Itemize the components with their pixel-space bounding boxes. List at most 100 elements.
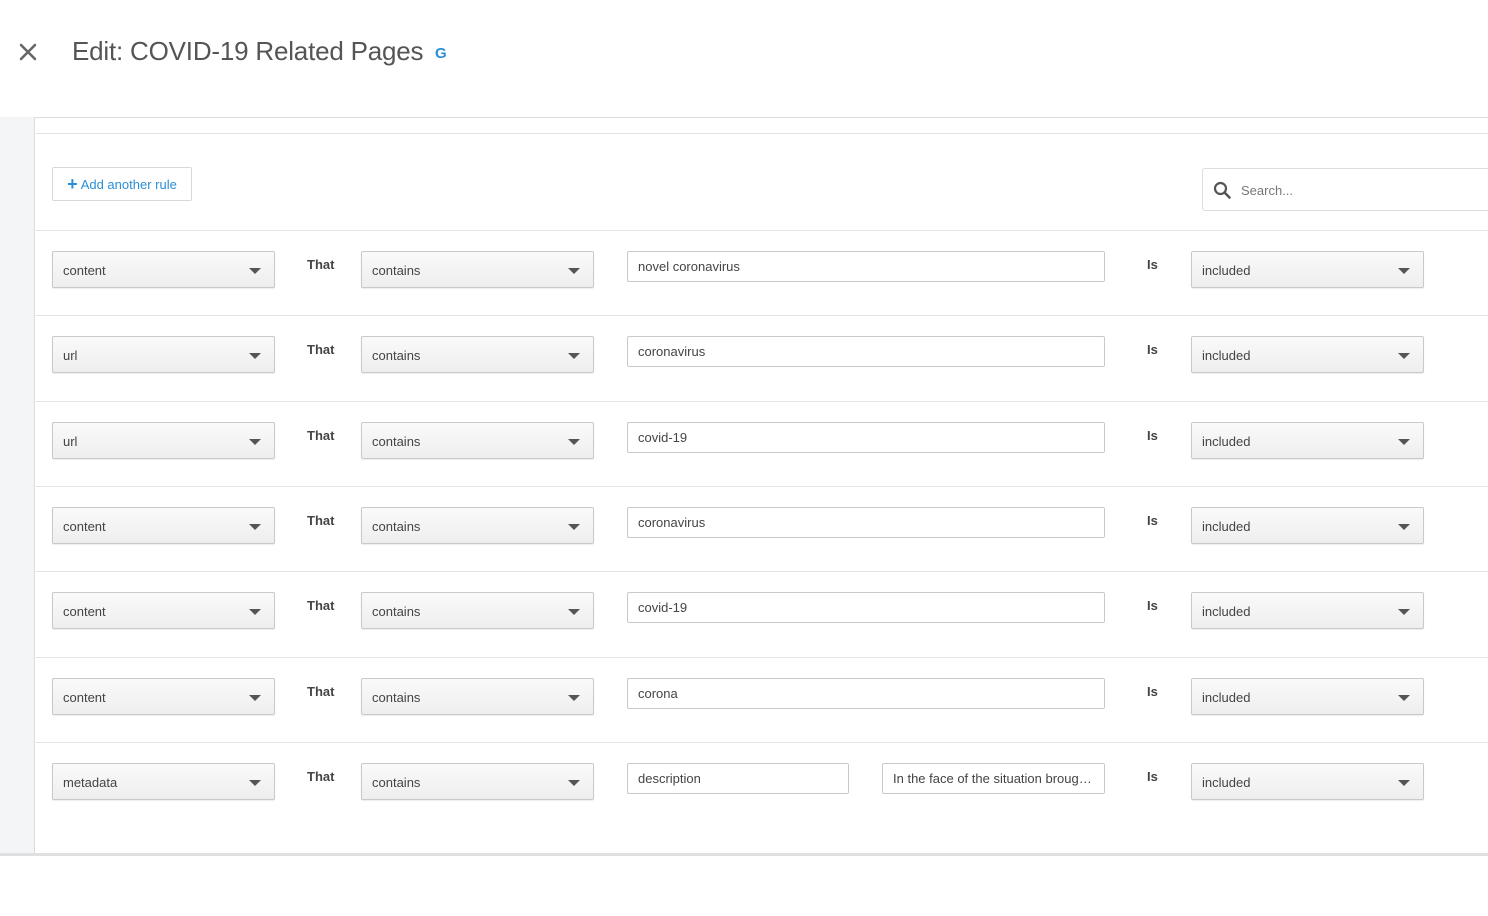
operator-select[interactable]: contains <box>361 507 594 544</box>
field-select-value: content <box>63 690 106 705</box>
rule-row: content That contains corona Is included <box>36 657 1488 742</box>
chevron-down-icon <box>1398 695 1410 701</box>
field-select-value: content <box>63 263 106 278</box>
operator-select-value: contains <box>372 348 421 363</box>
rule-value-field[interactable]: covid-19 <box>627 422 1105 453</box>
status-select-value: included <box>1202 348 1251 363</box>
chevron-down-icon <box>249 353 261 359</box>
that-label: That <box>307 684 335 699</box>
status-select[interactable]: included <box>1191 763 1424 800</box>
chevron-down-icon <box>568 524 580 530</box>
chevron-down-icon <box>568 353 580 359</box>
field-select[interactable]: url <box>52 422 275 459</box>
rule-row: metadata That contains description In the… <box>36 742 1488 827</box>
that-label: That <box>307 428 335 443</box>
status-select-value: included <box>1202 519 1251 534</box>
chevron-down-icon <box>1398 609 1410 615</box>
plus-icon: + <box>67 173 78 194</box>
field-select[interactable]: content <box>52 251 275 288</box>
search-icon <box>1213 181 1231 204</box>
field-select[interactable]: content <box>52 592 275 629</box>
chevron-down-icon <box>1398 439 1410 445</box>
header: Edit: COVID-19 Related Pages G <box>0 0 1488 117</box>
field-select-value: url <box>63 348 78 363</box>
chevron-down-icon <box>249 695 261 701</box>
chevron-down-icon <box>568 780 580 786</box>
status-select[interactable]: included <box>1191 678 1424 715</box>
chevron-down-icon <box>1398 524 1410 530</box>
chevron-down-icon <box>568 609 580 615</box>
status-select-value: included <box>1202 263 1251 278</box>
operator-select-value: contains <box>372 519 421 534</box>
operator-select-value: contains <box>372 263 421 278</box>
rule-row: url That contains covid-19 Is included <box>36 401 1488 486</box>
is-label: Is <box>1147 684 1158 699</box>
chevron-down-icon <box>1398 353 1410 359</box>
chevron-down-icon <box>1398 780 1410 786</box>
search-box[interactable] <box>1202 168 1488 211</box>
status-select-value: included <box>1202 434 1251 449</box>
add-rule-button[interactable]: + Add another rule <box>52 167 192 201</box>
metadata-value-field[interactable]: In the face of the situation broug… <box>882 763 1105 794</box>
status-select[interactable]: included <box>1191 251 1424 288</box>
status-select[interactable]: included <box>1191 592 1424 629</box>
that-label: That <box>307 342 335 357</box>
chevron-down-icon <box>249 268 261 274</box>
chevron-down-icon <box>568 439 580 445</box>
chevron-down-icon <box>568 268 580 274</box>
operator-select-value: contains <box>372 690 421 705</box>
operator-select[interactable]: contains <box>361 678 594 715</box>
field-select[interactable]: content <box>52 678 275 715</box>
operator-select-value: contains <box>372 604 421 619</box>
operator-select[interactable]: contains <box>361 336 594 373</box>
field-select[interactable]: content <box>52 507 275 544</box>
rule-row: content That contains coronavirus Is incl… <box>36 486 1488 571</box>
close-icon[interactable] <box>14 38 42 66</box>
is-label: Is <box>1147 428 1158 443</box>
chevron-down-icon <box>249 609 261 615</box>
add-rule-label: Add another rule <box>80 176 177 192</box>
chevron-down-icon <box>249 524 261 530</box>
operator-select-value: contains <box>372 434 421 449</box>
page-title: Edit: COVID-19 Related Pages <box>72 36 424 66</box>
operator-select[interactable]: contains <box>361 251 594 288</box>
google-icon[interactable]: G <box>435 45 447 62</box>
panel-divider <box>36 133 1488 134</box>
field-select-value: content <box>63 519 106 534</box>
rule-row: content That contains novel coronavirus I… <box>36 230 1488 315</box>
operator-select-value: contains <box>372 775 421 790</box>
search-input[interactable] <box>1241 179 1481 201</box>
that-label: That <box>307 598 335 613</box>
rule-value-field[interactable]: corona <box>627 678 1105 709</box>
that-label: That <box>307 769 335 784</box>
status-select[interactable]: included <box>1191 422 1424 459</box>
is-label: Is <box>1147 598 1158 613</box>
metadata-key-field[interactable]: description <box>627 763 849 794</box>
status-select[interactable]: included <box>1191 507 1424 544</box>
rule-row: content That contains covid-19 Is include… <box>36 571 1488 656</box>
status-select-value: included <box>1202 775 1251 790</box>
is-label: Is <box>1147 513 1158 528</box>
rule-value-field[interactable]: novel coronavirus <box>627 251 1105 282</box>
status-select[interactable]: included <box>1191 336 1424 373</box>
field-select-value: metadata <box>63 775 118 790</box>
operator-select[interactable]: contains <box>361 592 594 629</box>
status-select-value: included <box>1202 690 1251 705</box>
rule-value-field[interactable]: coronavirus <box>627 507 1105 538</box>
field-select[interactable]: url <box>52 336 275 373</box>
rule-value-field[interactable]: covid-19 <box>627 592 1105 623</box>
field-select-value: content <box>63 604 106 619</box>
chevron-down-icon <box>249 780 261 786</box>
operator-select[interactable]: contains <box>361 422 594 459</box>
field-select[interactable]: metadata <box>52 763 275 800</box>
rule-row: url That contains coronavirus Is included <box>36 315 1488 400</box>
is-label: Is <box>1147 342 1158 357</box>
footer-divider <box>0 853 1488 856</box>
chevron-down-icon <box>568 695 580 701</box>
operator-select[interactable]: contains <box>361 763 594 800</box>
chevron-down-icon <box>249 439 261 445</box>
that-label: That <box>307 257 335 272</box>
is-label: Is <box>1147 769 1158 784</box>
is-label: Is <box>1147 257 1158 272</box>
rule-value-field[interactable]: coronavirus <box>627 336 1105 367</box>
